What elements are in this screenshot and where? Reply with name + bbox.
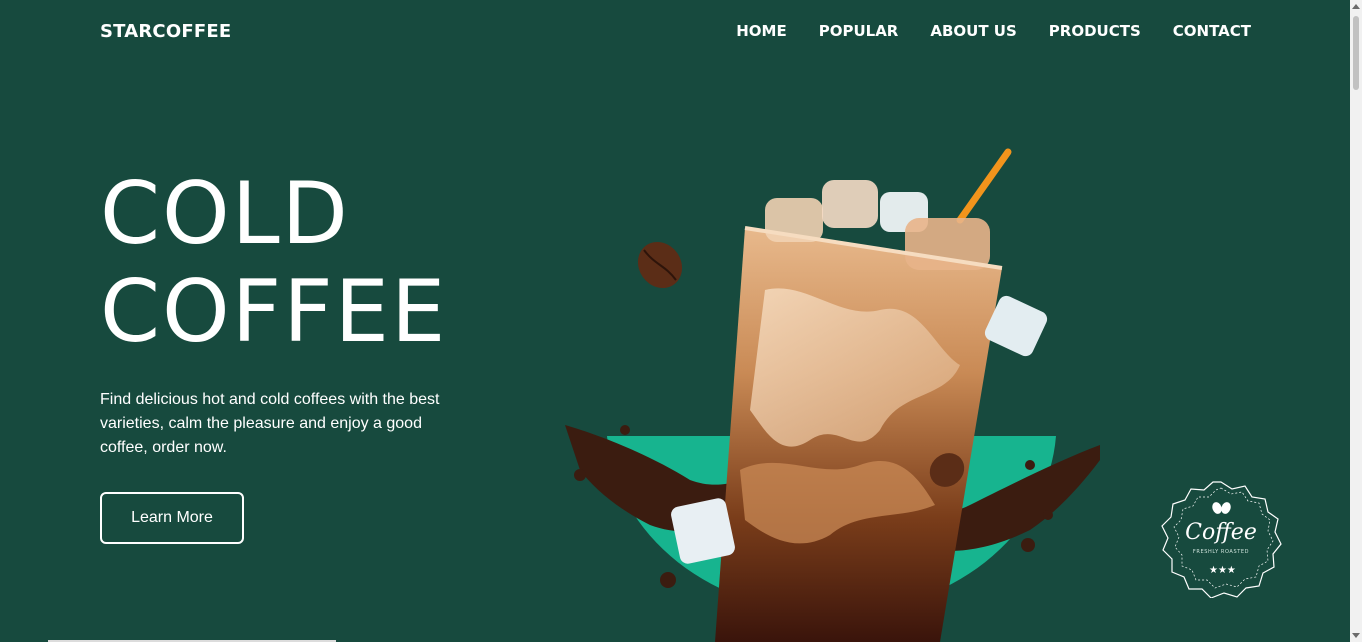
scroll-down-arrow-icon[interactable] xyxy=(1352,633,1360,638)
hero-title-line-2: COFFEE xyxy=(100,262,448,362)
nav-about-us[interactable]: ABOUT US xyxy=(930,22,1016,40)
learn-more-button[interactable]: Learn More xyxy=(100,492,244,544)
scrollbar-thumb[interactable] xyxy=(1353,16,1359,90)
iced-coffee-glass-image xyxy=(565,148,1100,642)
svg-text:★★★: ★★★ xyxy=(1209,565,1236,576)
vertical-scrollbar[interactable] xyxy=(1350,0,1362,642)
coffee-badge: ★★★ Coffee FRESHLY ROASTED xyxy=(1160,480,1282,599)
badge-subtext: FRESHLY ROASTED xyxy=(1192,549,1250,555)
nav-contact[interactable]: CONTACT xyxy=(1173,22,1251,40)
hero-description: Find delicious hot and cold coffees with… xyxy=(100,391,440,456)
nav-home[interactable]: HOME xyxy=(736,22,786,40)
hero-title: COLD COFFEE xyxy=(100,165,447,361)
nav-products[interactable]: PRODUCTS xyxy=(1049,22,1141,40)
nav-popular[interactable]: POPULAR xyxy=(819,22,899,40)
hero-title-line-1: COLD xyxy=(100,164,350,264)
scroll-up-arrow-icon[interactable] xyxy=(1352,4,1360,9)
badge-text: Coffee xyxy=(1185,520,1257,545)
main-nav: HOME POPULAR ABOUT US PRODUCTS CONTACT xyxy=(736,22,1251,40)
brand-logo[interactable]: STARCOFFEE xyxy=(100,21,231,42)
